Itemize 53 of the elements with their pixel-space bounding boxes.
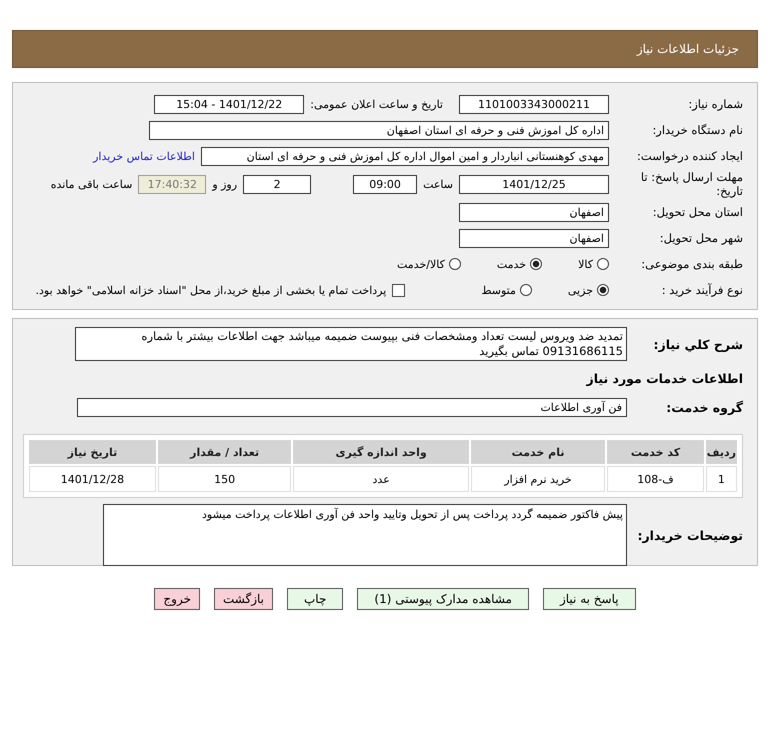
date-field: 1401/12/25 (459, 174, 609, 194)
remaining-time-field: 17:40:32 (138, 174, 206, 194)
description-box: تمدید ضد ویروس لیست تعداد ومشخصات فنی بپیوست ضمیمه میباشد جهت اطلاعات بیشتر با شماره 09131686115 تماس بگیرید (75, 327, 627, 361)
radio-option[interactable]: خدمت (496, 258, 542, 270)
radio-icon[interactable] (448, 258, 461, 270)
column-header: ردیف (706, 440, 737, 464)
action-button[interactable]: پاسخ به نیاز (542, 588, 636, 610)
radio-option[interactable]: جزیی (568, 284, 609, 296)
days-label: روز و (212, 178, 238, 190)
radio-icon[interactable] (530, 258, 542, 270)
radio-option[interactable]: متوسط (481, 284, 532, 296)
column-header: تاریخ نیاز (29, 440, 156, 464)
radio-icon[interactable] (597, 284, 609, 296)
action-button[interactable]: چاپ (287, 588, 344, 610)
action-button[interactable]: مشاهده مدارک پیوستی (1) (357, 588, 529, 610)
table-cell: 1 (706, 466, 737, 492)
field-label: نام دستگاه خریدار: (651, 123, 743, 137)
buyer-contact-link[interactable]: اطلاعات تماس خریدار (93, 150, 195, 162)
column-header: تعداد / مقدار (158, 440, 292, 464)
radio-option[interactable]: کالا/خدمت (397, 258, 461, 270)
column-header: کد خدمت (607, 440, 704, 464)
page-title: جزئیات اطلاعات نیاز (636, 42, 739, 56)
table-cell: عدد (293, 466, 469, 492)
checkbox[interactable] (392, 284, 406, 296)
section-heading: اطلاعات خدمات مورد نیاز (585, 371, 743, 386)
field-label: مهلت ارسال پاسخ: تا تاریخ: (640, 170, 743, 198)
days-field: 2 (243, 174, 312, 194)
radio-option[interactable]: کالا (578, 258, 609, 270)
table-cell: 150 (158, 466, 292, 492)
radio-icon[interactable] (520, 284, 532, 296)
field-label: ایجاد کننده درخواست: (636, 149, 743, 163)
payment-note: پرداخت تمام یا بخشی از مبلغ خرید،از محل "اسناد خزانه اسلامی" خواهد بود. (36, 284, 386, 296)
field-label: گروه خدمت: (665, 400, 743, 414)
field-label: شرح کلي نياز: (652, 336, 743, 352)
field-label: استان محل تحویل: (652, 205, 743, 219)
table-cell: خرید نرم افزار (470, 466, 606, 492)
field-label: طبقه بندی موضوعی: (640, 257, 743, 271)
field-label: شهر محل تحویل: (658, 231, 743, 245)
table-cell: ف-108 (607, 466, 704, 492)
time-field: 09:00 (353, 174, 418, 194)
field-label: شماره نیاز: (687, 97, 743, 111)
column-header: واحد اندازه گیری (293, 440, 469, 464)
column-header: نام خدمت (470, 440, 606, 464)
time-label: ساعت (423, 178, 453, 190)
field-label: نوع فرآیند خرید : (660, 283, 743, 297)
remaining-label: ساعت باقی مانده (50, 178, 132, 190)
notes-box: پیش فاکتور ضمیمه گردد پرداخت پس از تحویل وتایید واحد فن آوری اطلاعات پرداخت میشود (103, 504, 627, 566)
radio-icon[interactable] (597, 258, 609, 270)
table-cell: 1401/12/28 (29, 466, 156, 492)
field-label: تاریخ و ساعت اعلان عمومی: (310, 98, 443, 110)
action-button[interactable]: بازگشت (214, 588, 273, 610)
action-button[interactable]: خروج (154, 588, 200, 610)
field-label: توضیحات خریدار: (636, 528, 743, 542)
